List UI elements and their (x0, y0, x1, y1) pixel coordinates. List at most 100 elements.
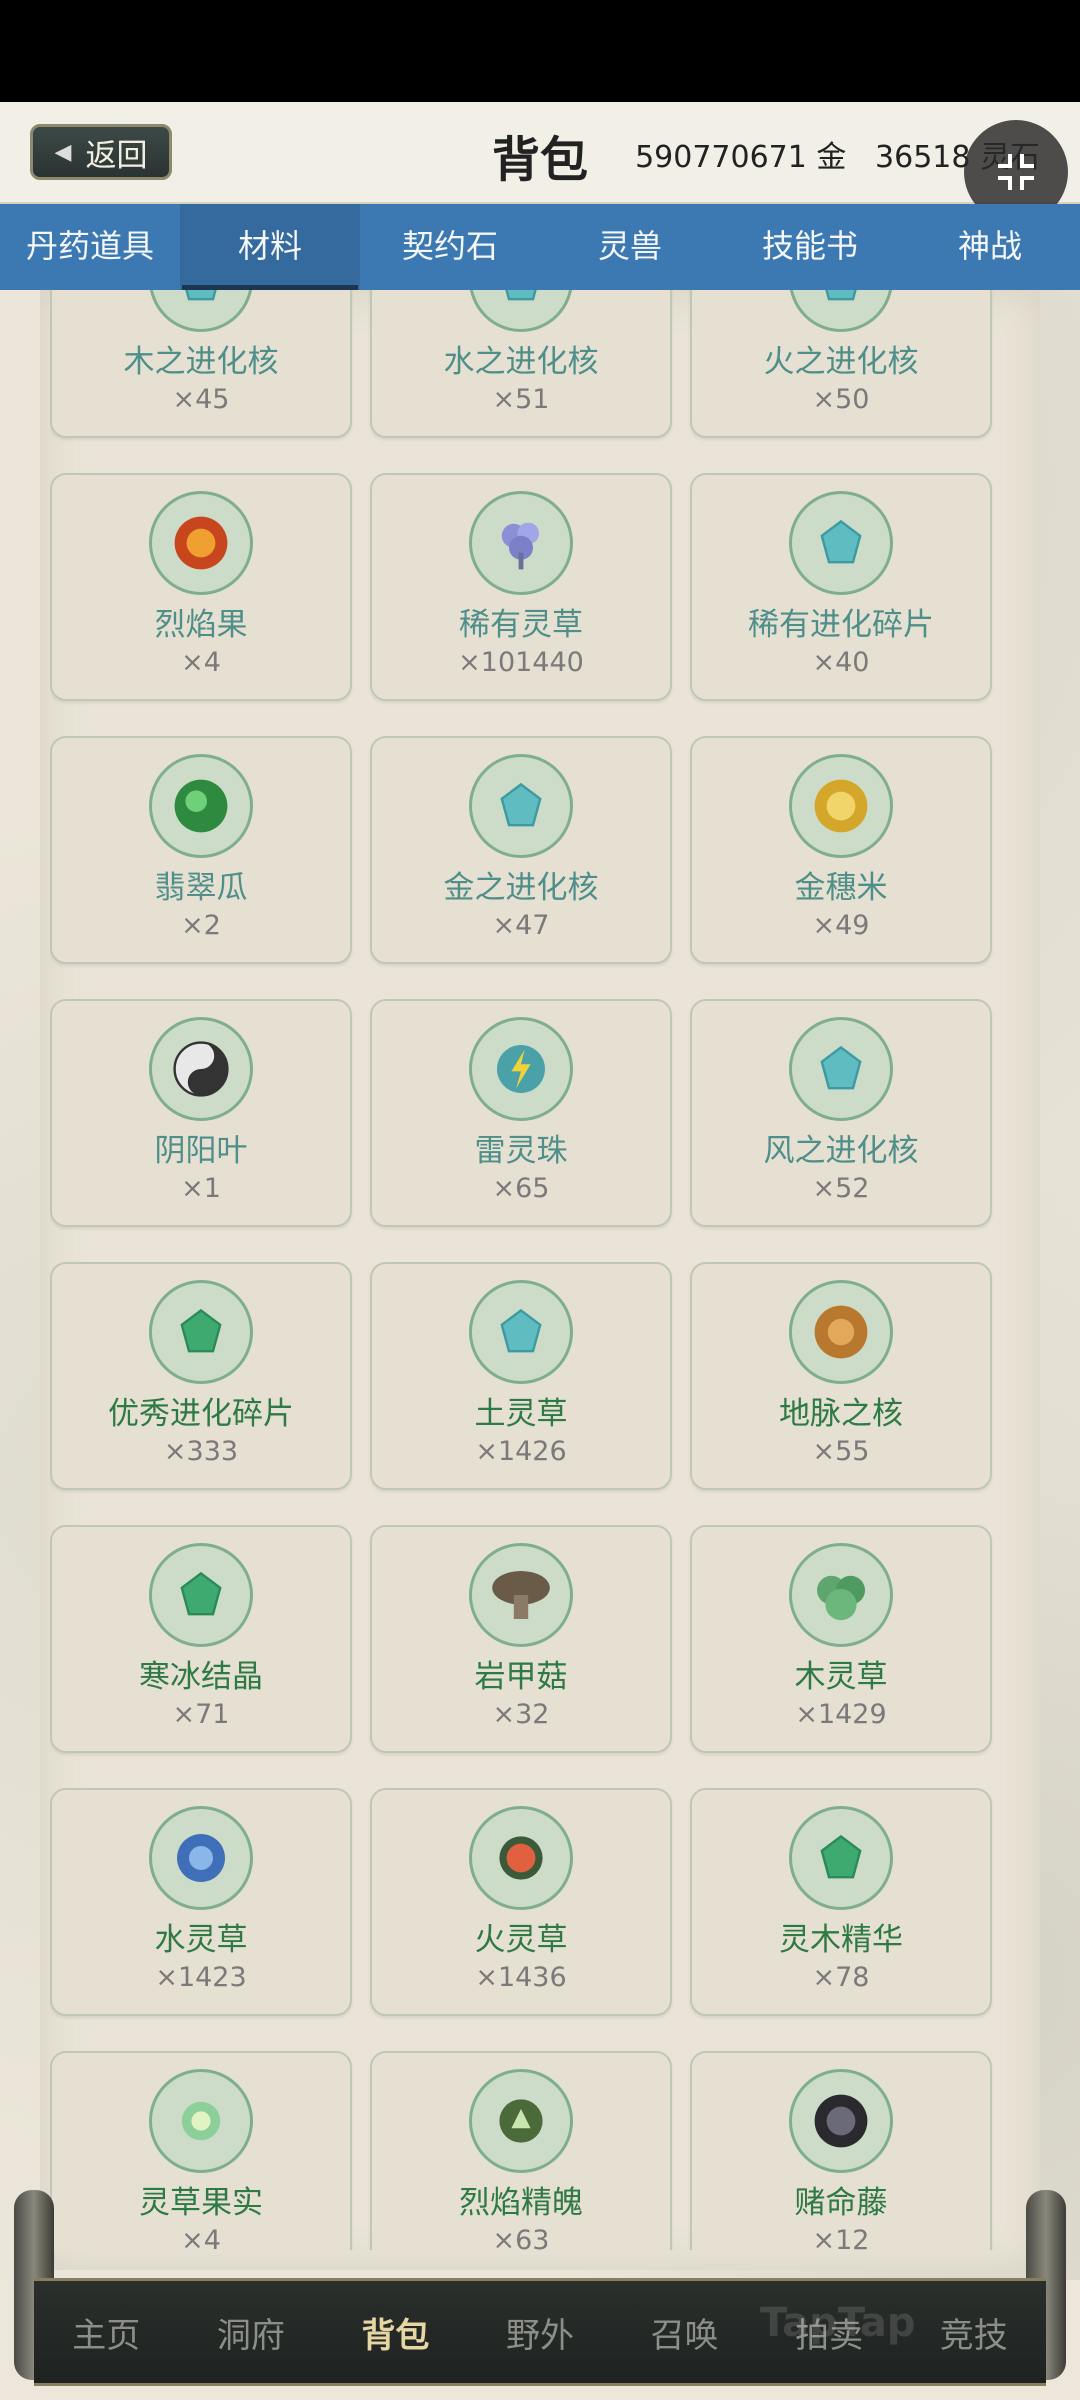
spirit-wood-essence-icon (789, 1806, 893, 1910)
item-name: 水之进化核 (443, 344, 599, 380)
item-count: ×1426 (475, 1436, 567, 1467)
item-card[interactable]: 木灵草 ×1429 (690, 1525, 992, 1753)
item-count: ×12 (812, 2225, 870, 2250)
item-card[interactable]: 风之进化核 ×52 (690, 999, 992, 1227)
item-name: 地脉之核 (779, 1396, 903, 1432)
rare-spirit-herb-icon (469, 491, 573, 595)
header-bar: ◀ 返回 背包 590770671 金 36518 灵石 (0, 102, 1080, 224)
item-count: ×71 (172, 1699, 230, 1730)
wind-evolution-core-icon (789, 1017, 893, 1121)
item-card[interactable]: 翡翠瓜 ×2 (50, 736, 352, 964)
item-name: 木灵草 (794, 1659, 888, 1695)
tab-divine-war[interactable]: 神战 (900, 204, 1080, 290)
spirit-herb-fruit-icon (149, 2069, 253, 2173)
item-name: 翡翠瓜 (154, 870, 248, 906)
water-evolution-core-icon (469, 290, 573, 332)
item-count: ×101440 (458, 647, 584, 678)
water-spirit-herb-icon (149, 1806, 253, 1910)
item-name: 雷灵珠 (474, 1133, 568, 1169)
watermark: TapTap (760, 2300, 916, 2346)
item-card[interactable]: 木之进化核 ×45 (50, 290, 352, 438)
nav-cave[interactable]: 洞府 (179, 2308, 324, 2357)
item-count: ×2 (181, 910, 221, 941)
flame-fruit-icon (149, 491, 253, 595)
rock-mushroom-icon (469, 1543, 573, 1647)
golden-rice-icon (789, 754, 893, 858)
item-card[interactable]: 雷灵珠 ×65 (370, 999, 672, 1227)
item-card[interactable]: 金穗米 ×49 (690, 736, 992, 964)
item-count: ×1 (181, 1173, 221, 1204)
item-name: 阴阳叶 (154, 1133, 248, 1169)
item-card[interactable]: 烈焰精魄 ×63 (370, 2051, 672, 2250)
item-name: 稀有进化碎片 (748, 607, 934, 643)
item-name: 赌命藤 (794, 2185, 888, 2221)
gold-amount: 590770671 (635, 140, 807, 175)
item-count: ×40 (812, 647, 870, 678)
item-name: 优秀进化碎片 (108, 1396, 294, 1432)
jade-melon-icon (149, 754, 253, 858)
item-count: ×50 (812, 384, 870, 415)
item-name: 灵草果实 (139, 2185, 263, 2221)
item-name: 土灵草 (474, 1396, 568, 1432)
category-tabs: 丹药道具 材料 契约石 灵兽 技能书 神战 (0, 204, 1080, 290)
ice-crystal-icon (149, 1543, 253, 1647)
item-count: ×63 (492, 2225, 550, 2250)
item-name: 火灵草 (474, 1922, 568, 1958)
gamble-vine-icon (789, 2069, 893, 2173)
item-card[interactable]: 寒冰结晶 ×71 (50, 1525, 352, 1753)
nav-wild[interactable]: 野外 (468, 2308, 613, 2357)
item-count: ×51 (492, 384, 550, 415)
metal-evolution-core-icon (469, 754, 573, 858)
item-count: ×45 (172, 384, 230, 415)
item-card[interactable]: 火之进化核 ×50 (690, 290, 992, 438)
nav-home[interactable]: 主页 (34, 2308, 179, 2357)
item-name: 灵木精华 (779, 1922, 903, 1958)
item-card[interactable]: 土灵草 ×1426 (370, 1262, 672, 1490)
item-count: ×1423 (155, 1962, 247, 1993)
item-card[interactable]: 灵木精华 ×78 (690, 1788, 992, 2016)
item-card[interactable]: 稀有灵草 ×101440 (370, 473, 672, 701)
item-name: 木之进化核 (123, 344, 279, 380)
fire-spirit-herb-icon (469, 1806, 573, 1910)
tab-spirit-beasts[interactable]: 灵兽 (540, 204, 720, 290)
item-card[interactable]: 金之进化核 ×47 (370, 736, 672, 964)
item-count: ×49 (812, 910, 870, 941)
nav-backpack[interactable]: 背包 (323, 2308, 468, 2357)
item-card[interactable]: 火灵草 ×1436 (370, 1788, 672, 2016)
item-card[interactable]: 水灵草 ×1423 (50, 1788, 352, 2016)
flame-soul-icon (469, 2069, 573, 2173)
item-card[interactable]: 灵草果实 ×4 (50, 2051, 352, 2250)
item-count: ×55 (812, 1436, 870, 1467)
item-card[interactable]: 地脉之核 ×55 (690, 1262, 992, 1490)
item-name: 风之进化核 (763, 1133, 919, 1169)
item-card[interactable]: 赌命藤 ×12 (690, 2051, 992, 2250)
nav-summon[interactable]: 召唤 (612, 2308, 757, 2357)
item-card[interactable]: 优秀进化碎片 ×333 (50, 1262, 352, 1490)
item-grid: 木之进化核 ×45 水之进化核 ×51 火之进化核 ×50 烈焰果 ×4 稀有灵草 ×101440… (50, 290, 995, 2250)
item-name: 稀有灵草 (459, 607, 583, 643)
spirit-stone-amount: 36518 (875, 140, 971, 175)
wood-evolution-core-icon (149, 290, 253, 332)
tab-materials[interactable]: 材料 (180, 204, 360, 290)
tab-skill-books[interactable]: 技能书 (720, 204, 900, 290)
gold-unit: 金 (816, 140, 847, 175)
item-count: ×1429 (795, 1699, 887, 1730)
item-name: 金穗米 (794, 870, 888, 906)
item-count: ×4 (181, 2225, 221, 2250)
item-card[interactable]: 稀有进化碎片 ×40 (690, 473, 992, 701)
item-count: ×52 (812, 1173, 870, 1204)
item-card[interactable]: 阴阳叶 ×1 (50, 999, 352, 1227)
item-card[interactable]: 烈焰果 ×4 (50, 473, 352, 701)
tab-contract-stones[interactable]: 契约石 (360, 204, 540, 290)
fire-evolution-core-icon (789, 290, 893, 332)
item-count: ×65 (492, 1173, 550, 1204)
item-count: ×333 (163, 1436, 239, 1467)
nav-arena[interactable]: 竞技 (901, 2308, 1046, 2357)
item-name: 水灵草 (154, 1922, 248, 1958)
earth-spirit-herb-icon (469, 1280, 573, 1384)
item-card[interactable]: 岩甲菇 ×32 (370, 1525, 672, 1753)
item-count: ×32 (492, 1699, 550, 1730)
tab-pills-items[interactable]: 丹药道具 (0, 204, 180, 290)
item-card[interactable]: 水之进化核 ×51 (370, 290, 672, 438)
item-count: ×1436 (475, 1962, 567, 1993)
